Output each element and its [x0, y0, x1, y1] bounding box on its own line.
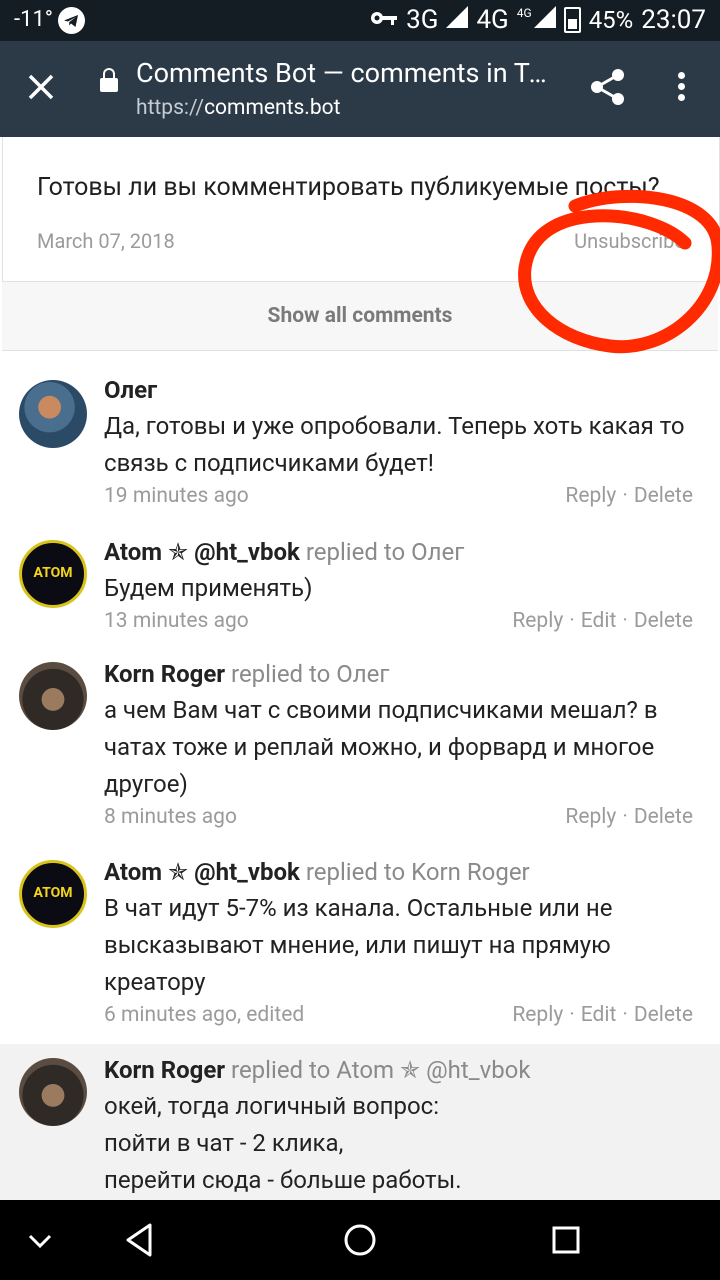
comment-author[interactable]: Олег	[104, 376, 157, 404]
comment-time: 6 minutes ago, edited	[104, 1003, 305, 1027]
post-card: Готовы ли вы комментировать публикуемые …	[2, 137, 720, 281]
delete-link[interactable]: Delete	[634, 1003, 693, 1027]
key-icon	[370, 5, 398, 35]
unsubscribe-link[interactable]: Unsubscribe	[574, 229, 685, 253]
delete-link[interactable]: Delete	[634, 805, 693, 829]
status-bar: -11° 3G 4G 4G 45% 23:07	[0, 0, 720, 41]
post-text: Готовы ли вы комментировать публикуемые …	[37, 173, 660, 202]
comment-author[interactable]: Korn Roger	[104, 1056, 225, 1084]
comment-author[interactable]: Korn Roger	[104, 660, 225, 688]
avatar[interactable]	[19, 1058, 87, 1126]
signal-icon-2	[533, 5, 556, 35]
battery-icon	[563, 7, 581, 33]
show-all-comments-button[interactable]: Show all comments	[2, 281, 718, 351]
comment-author[interactable]: Atom ✯ @ht_vbok	[104, 538, 300, 566]
avatar[interactable]	[19, 662, 87, 730]
share-icon[interactable]	[588, 67, 628, 107]
network-3g-label: 3G	[406, 5, 439, 35]
chevron-down-icon[interactable]	[20, 1220, 60, 1260]
comment-time: 19 minutes ago	[104, 484, 249, 508]
reply-link[interactable]: Reply	[565, 484, 616, 508]
close-icon[interactable]	[24, 65, 58, 109]
comment-highlighted: Korn Roger replied to Atom ✯ @ht_vbok ок…	[0, 1044, 720, 1200]
overflow-menu-icon[interactable]	[664, 69, 698, 109]
replied-to: replied to Korn Roger	[305, 858, 530, 886]
comment-time: 8 minutes ago	[104, 805, 237, 829]
avatar[interactable]: ATOM	[19, 860, 87, 928]
comment: ATOM Atom ✯ @ht_vbok replied to Олег Буд…	[0, 530, 720, 650]
network-4g-label: 4G	[476, 5, 509, 35]
clock: 23:07	[641, 5, 706, 35]
comment-text-line: пойти в чат - 2 клика,	[104, 1129, 344, 1157]
comment-text-line: перейти сюда - больше работы.	[104, 1166, 462, 1194]
network-4g-small-label: 4G	[516, 6, 532, 20]
page-title: Comments Bot — comments in Telegram	[136, 57, 556, 89]
comment-text: Будем применять)	[104, 574, 313, 602]
comment-text: а чем Вам чат с своими подписчиками меша…	[104, 696, 658, 798]
comment: Олег Да, готовы и уже опробовали. Теперь…	[0, 366, 720, 526]
avatar[interactable]	[19, 380, 87, 448]
comment-author[interactable]: Atom ✯ @ht_vbok	[104, 858, 300, 886]
comment-text-line: окей, тогда логичный вопрос:	[104, 1092, 440, 1120]
comment-time: 13 minutes ago	[104, 609, 249, 633]
home-icon[interactable]	[340, 1220, 380, 1260]
battery-percent: 45%	[588, 6, 634, 34]
delete-link[interactable]: Delete	[634, 609, 693, 633]
temperature: -11°	[14, 7, 54, 32]
comment: ATOM Atom ✯ @ht_vbok replied to Korn Rog…	[0, 850, 720, 1042]
page-url: https://comments.bot	[136, 96, 341, 120]
edit-link[interactable]: Edit	[581, 1003, 617, 1027]
system-nav-bar	[0, 1200, 720, 1280]
edit-link[interactable]: Edit	[581, 609, 617, 633]
comment-text: Да, готовы и уже опробовали. Теперь хоть…	[104, 412, 685, 477]
signal-icon	[446, 5, 469, 35]
replied-to: replied to Олег	[305, 538, 465, 566]
browser-toolbar: Comments Bot — comments in Telegram http…	[0, 41, 720, 137]
reply-link[interactable]: Reply	[512, 609, 563, 633]
back-icon[interactable]	[120, 1220, 160, 1260]
replied-to: replied to Олег	[231, 660, 390, 688]
avatar[interactable]: ATOM	[19, 540, 87, 608]
reply-link[interactable]: Reply	[512, 1003, 563, 1027]
recents-icon[interactable]	[546, 1220, 586, 1260]
post-date: March 07, 2018	[37, 229, 175, 253]
replied-to: replied to Atom ✯ @ht_vbok	[231, 1056, 531, 1084]
reply-link[interactable]: Reply	[565, 805, 616, 829]
lock-icon	[100, 68, 118, 92]
delete-link[interactable]: Delete	[634, 484, 693, 508]
comment-text: В чат идут 5-7% из канала. Остальные или…	[104, 894, 613, 996]
telegram-icon	[58, 7, 85, 34]
comment: Korn Roger replied to Олег а чем Вам чат…	[0, 652, 720, 847]
